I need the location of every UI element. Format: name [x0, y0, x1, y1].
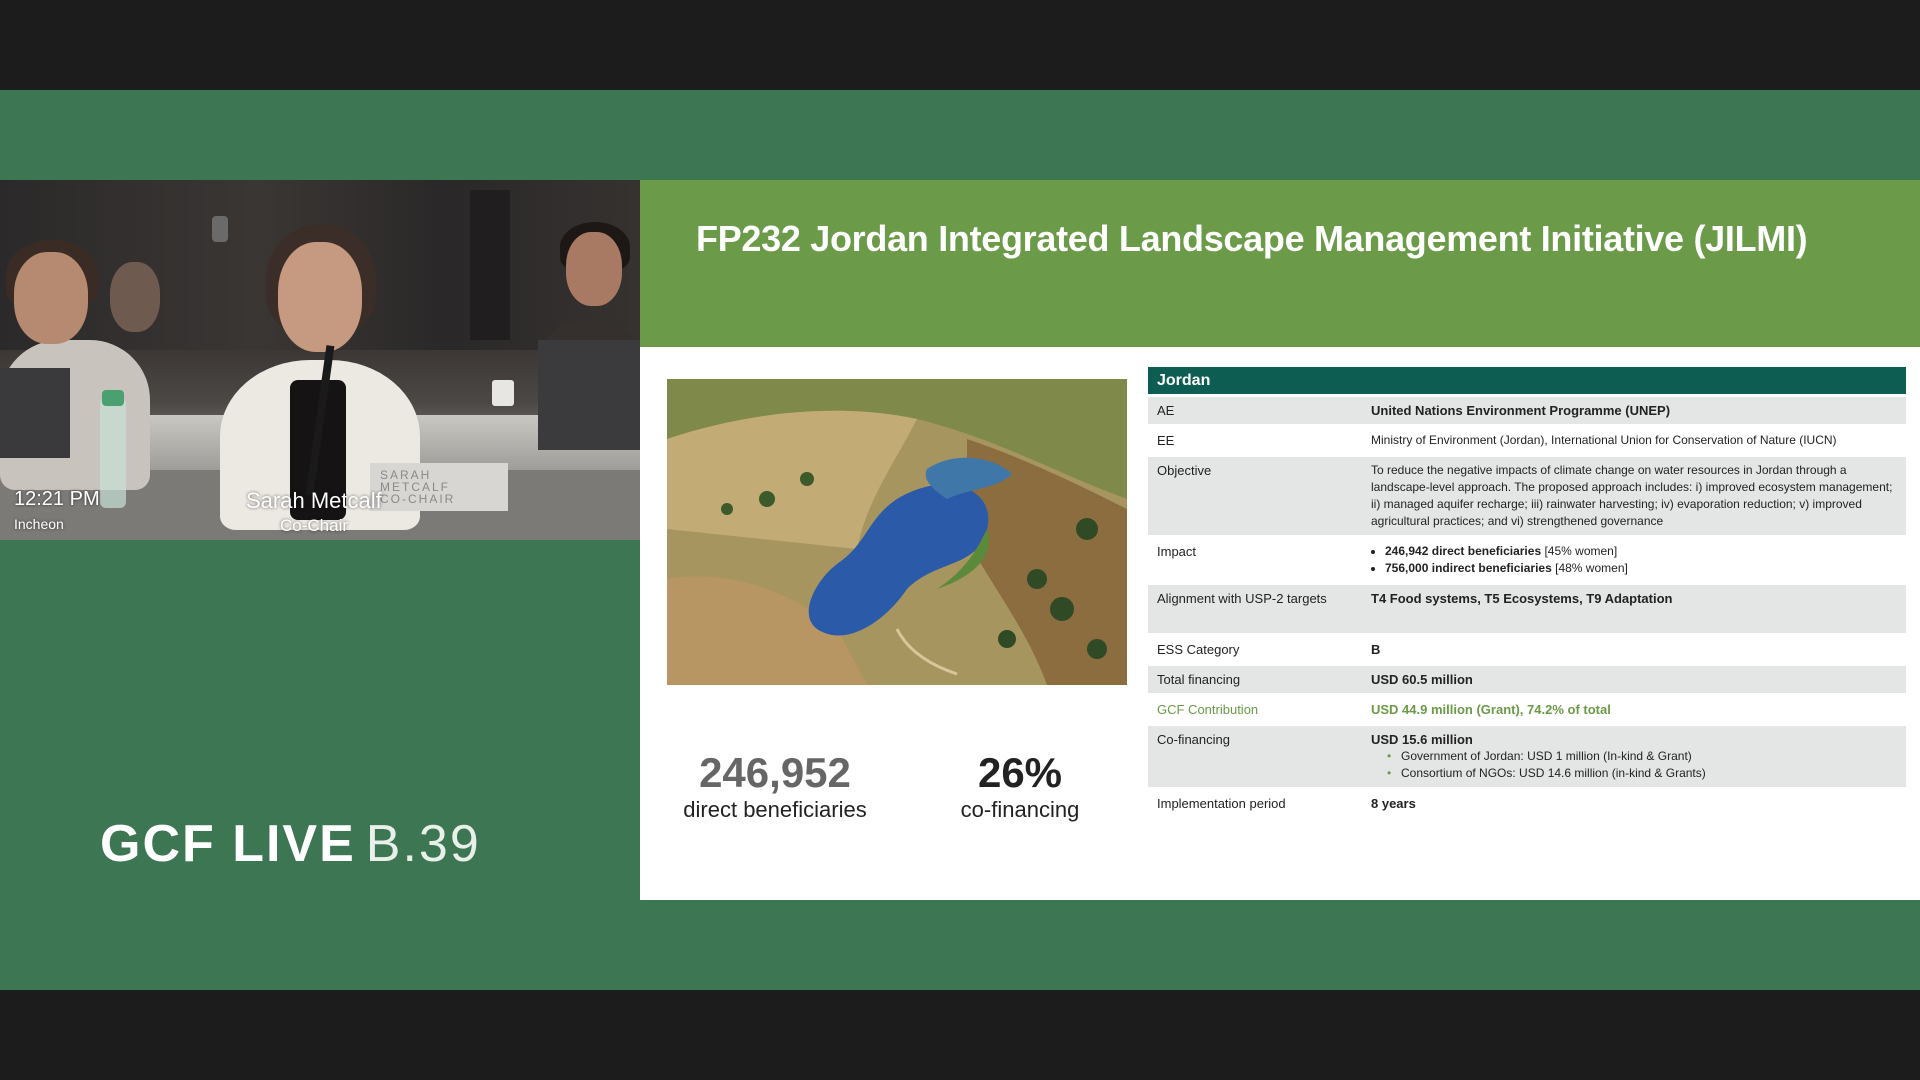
- laptop: [538, 340, 640, 450]
- cofinancing-total: USD 15.6 million: [1371, 732, 1473, 747]
- row-value: B: [1362, 636, 1906, 663]
- table-row: GCF Contribution USD 44.9 million (Grant…: [1148, 696, 1906, 723]
- stat-value: 26%: [977, 749, 1063, 796]
- speaker-name: Sarah Metcalf: [246, 488, 382, 513]
- list-item: 246,942 direct beneficiaries [45% women]: [1385, 543, 1897, 560]
- row-label: Alignment with USP-2 targets: [1148, 585, 1362, 633]
- row-label: GCF Contribution: [1148, 696, 1362, 723]
- water-bottle: [100, 398, 126, 508]
- speaker-head: [278, 242, 362, 352]
- video-location: Incheon: [14, 516, 64, 532]
- impact-list: 246,942 direct beneficiaries [45% women]…: [1371, 543, 1897, 577]
- video-wall-camera: [212, 216, 228, 242]
- brand-main: GCF LIVE: [100, 815, 356, 873]
- impact-text: indirect beneficiaries: [1431, 561, 1552, 575]
- impact-note: [48% women]: [1555, 561, 1628, 575]
- cofinancing-list: Government of Jordan: USD 1 million (In-…: [1371, 748, 1897, 782]
- table-row: Total financing USD 60.5 million: [1148, 666, 1906, 693]
- row-label: Implementation period: [1148, 790, 1362, 817]
- left-person-head: [14, 252, 88, 344]
- speaker-video: SARAH METCALF CO-CHAIR 12:21 PM Incheon …: [0, 180, 640, 540]
- list-item: Consortium of NGOs: USD 14.6 million (in…: [1387, 765, 1897, 782]
- speaker-nameplate: SARAH METCALF CO-CHAIR: [370, 463, 508, 511]
- row-label: Co-financing: [1148, 726, 1362, 787]
- laptop: [0, 368, 70, 458]
- row-value: United Nations Environment Programme (UN…: [1362, 397, 1906, 424]
- impact-number: 246,942: [1385, 544, 1429, 558]
- row-label: ESS Category: [1148, 636, 1362, 663]
- letterbox-bottom: [0, 990, 1920, 1080]
- stat-label: co-financing: [960, 797, 1080, 822]
- table-row: Impact 246,942 direct beneficiaries [45%…: [1148, 538, 1906, 582]
- row-value: T4 Food systems, T5 Ecosystems, T9 Adapt…: [1362, 585, 1906, 633]
- row-value: Ministry of Environment (Jordan), Intern…: [1362, 427, 1906, 454]
- table-header-row: Jordan: [1148, 367, 1906, 394]
- letterbox-top: [0, 0, 1920, 90]
- background-person-head: [566, 232, 622, 306]
- table-row: EE Ministry of Environment (Jordan), Int…: [1148, 427, 1906, 454]
- slide-header: FP232 Jordan Integrated Landscape Manage…: [640, 180, 1920, 347]
- gcf-live-logo: GCF LIVE B.39: [100, 814, 481, 874]
- background-person-head: [110, 262, 160, 332]
- stat-beneficiaries: 246,952 direct beneficiaries: [670, 749, 880, 823]
- slide-title: FP232 Jordan Integrated Landscape Manage…: [696, 218, 1808, 259]
- table-row: Alignment with USP-2 targets T4 Food sys…: [1148, 585, 1906, 633]
- row-label: Objective: [1148, 457, 1362, 535]
- row-value: USD 44.9 million (Grant), 74.2% of total: [1362, 696, 1906, 723]
- brand-session: B.39: [365, 815, 481, 873]
- row-value: USD 60.5 million: [1362, 666, 1906, 693]
- speaker-role: Co-Chair: [280, 516, 349, 535]
- table-header-country: Jordan: [1148, 367, 1906, 394]
- nameplate-line: CO-CHAIR: [380, 492, 456, 506]
- water-bottle-cap: [102, 390, 124, 406]
- stat-value: 246,952: [699, 749, 851, 796]
- video-door: [470, 190, 510, 340]
- row-label: Total financing: [1148, 666, 1362, 693]
- row-label: Impact: [1148, 538, 1362, 582]
- row-value: USD 15.6 million Government of Jordan: U…: [1362, 726, 1906, 787]
- impact-note: [45% women]: [1544, 544, 1618, 558]
- table-row: Objective To reduce the negative impacts…: [1148, 457, 1906, 535]
- table-row: ESS Category B: [1148, 636, 1906, 663]
- project-summary-table: Jordan AE United Nations Environment Pro…: [1148, 364, 1906, 820]
- table-row: Implementation period 8 years: [1148, 790, 1906, 817]
- row-value: To reduce the negative impacts of climat…: [1362, 457, 1906, 535]
- list-item: 756,000 indirect beneficiaries [48% wome…: [1385, 560, 1897, 577]
- slide-body: 246,952 direct beneficiaries 26% co-fina…: [640, 347, 1920, 900]
- landscape-photo-art: [667, 379, 1127, 685]
- landscape-photo: [667, 379, 1127, 685]
- impact-text: direct beneficiaries: [1431, 544, 1542, 558]
- row-value: 246,942 direct beneficiaries [45% women]…: [1362, 538, 1906, 582]
- impact-number: 756,000: [1385, 561, 1429, 575]
- row-value: 8 years: [1362, 790, 1906, 817]
- stat-label: direct beneficiaries: [683, 797, 867, 822]
- list-item: Government of Jordan: USD 1 million (In-…: [1387, 748, 1897, 765]
- row-label: EE: [1148, 427, 1362, 454]
- video-time: 12:21 PM: [14, 488, 100, 510]
- table-row: AE United Nations Environment Programme …: [1148, 397, 1906, 424]
- table-row: Co-financing USD 15.6 million Government…: [1148, 726, 1906, 787]
- stat-cofinancing: 26% co-financing: [910, 749, 1130, 823]
- cup: [492, 380, 514, 406]
- row-label: AE: [1148, 397, 1362, 424]
